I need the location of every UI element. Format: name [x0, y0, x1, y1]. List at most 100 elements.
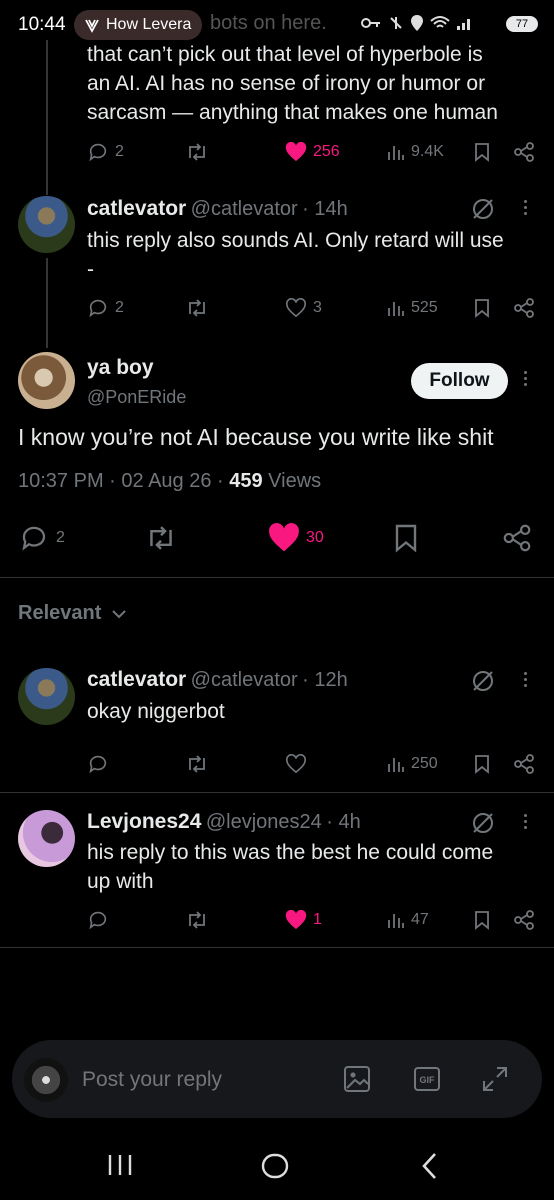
- repost-button[interactable]: [185, 297, 209, 319]
- views-button[interactable]: 47: [387, 911, 429, 929]
- share-button[interactable]: [513, 141, 535, 163]
- reply-icon: [89, 755, 107, 774]
- share-icon: [514, 910, 534, 930]
- grok-icon[interactable]: [470, 668, 496, 694]
- grok-icon[interactable]: [470, 196, 496, 222]
- reply-button[interactable]: 2: [87, 141, 124, 163]
- reply-icon: [22, 526, 46, 551]
- sort-label: Relevant: [18, 602, 102, 624]
- author-name[interactable]: catlevator: [87, 668, 186, 691]
- more-options-icon[interactable]: [522, 672, 528, 687]
- share-icon: [514, 754, 534, 774]
- reply3-actions: 1 47: [87, 908, 537, 932]
- heart-icon: [286, 754, 306, 774]
- repost-icon: [189, 299, 205, 317]
- reply-button[interactable]: 2: [18, 523, 65, 553]
- home-icon[interactable]: [260, 1151, 290, 1181]
- expand-icon[interactable]: [480, 1064, 510, 1094]
- thread-line: [46, 258, 48, 348]
- back-icon[interactable]: [418, 1151, 442, 1181]
- mute-icon: [390, 17, 402, 29]
- recent-apps-icon[interactable]: [106, 1152, 134, 1178]
- views-button[interactable]: 9.4K: [387, 143, 444, 161]
- reply-button[interactable]: 2: [87, 297, 124, 319]
- tweet-meta: 10:37 PM · 02 Aug 26 · 459 Views: [18, 470, 321, 493]
- reply2-text: okay niggerbot: [87, 700, 225, 723]
- post-time: 12h: [314, 669, 348, 691]
- reply-icon: [89, 911, 107, 930]
- prev-tweet-text: that can’t pick out that level of hyperb…: [87, 43, 498, 124]
- avatar[interactable]: [24, 1058, 68, 1102]
- follow-button[interactable]: Follow: [411, 363, 508, 399]
- avatar[interactable]: [18, 196, 75, 253]
- avatar[interactable]: [18, 810, 75, 867]
- share-button[interactable]: [513, 297, 535, 319]
- repost-button[interactable]: [185, 753, 209, 775]
- divider: [0, 947, 554, 948]
- repost-button[interactable]: [185, 909, 209, 931]
- bookmark-button[interactable]: [473, 298, 491, 318]
- thread-line: [46, 40, 48, 195]
- reply-input[interactable]: [80, 1062, 324, 1098]
- view-count: 459: [229, 470, 263, 492]
- bookmark-icon: [475, 755, 489, 774]
- repost-icon: [189, 911, 205, 929]
- heart-filled-icon: [285, 910, 307, 930]
- reply1-header: catlevator @catlevator · 14h: [87, 197, 348, 220]
- signal-icon: [457, 19, 470, 30]
- like-button[interactable]: 256: [285, 142, 340, 162]
- image-icon[interactable]: [342, 1064, 372, 1094]
- views-icon: [388, 302, 404, 316]
- author-handle[interactable]: @PonERide: [87, 387, 186, 408]
- share-button[interactable]: [513, 909, 535, 931]
- avatar[interactable]: [18, 352, 75, 409]
- views-icon: [388, 914, 404, 928]
- reply1-text: this reply also sounds AI. Only retard w…: [87, 229, 504, 281]
- heart-icon: [286, 298, 306, 318]
- more-options-icon[interactable]: [522, 200, 528, 215]
- bookmark-button[interactable]: [473, 754, 491, 774]
- chevron-down-icon: [112, 609, 127, 618]
- more-options-icon[interactable]: [522, 371, 528, 386]
- like-button[interactable]: 30: [268, 523, 324, 553]
- like-button[interactable]: 3: [285, 298, 322, 318]
- notification-ticker: bots on here.: [210, 12, 327, 34]
- sort-dropdown[interactable]: Relevant: [18, 602, 127, 625]
- key-icon: [361, 18, 380, 28]
- author-name[interactable]: catlevator: [87, 197, 186, 220]
- avatar[interactable]: [18, 668, 75, 725]
- author-handle[interactable]: @levjones24: [206, 811, 322, 833]
- post-time: 4h: [338, 811, 361, 833]
- reply2-header: catlevator @catlevator · 12h: [87, 668, 348, 691]
- repost-icon: [189, 755, 205, 773]
- more-options-icon[interactable]: [522, 814, 528, 829]
- gif-icon[interactable]: GIF: [412, 1064, 442, 1094]
- share-button[interactable]: [513, 753, 535, 775]
- bookmark-icon: [395, 524, 417, 553]
- bookmark-icon: [475, 911, 489, 930]
- author-handle[interactable]: @catlevator: [191, 669, 298, 691]
- share-icon: [514, 142, 534, 162]
- views-label: Views: [262, 470, 322, 492]
- views-button[interactable]: 250: [387, 755, 438, 773]
- grok-icon[interactable]: [470, 810, 496, 836]
- bookmark-button[interactable]: [392, 523, 420, 553]
- author-name[interactable]: ya boy: [87, 356, 154, 380]
- prev-tweet-actions: 2 256 9.4K: [87, 140, 537, 164]
- reply-icon: [89, 299, 107, 318]
- views-button[interactable]: 525: [387, 299, 438, 317]
- share-button[interactable]: [502, 523, 532, 553]
- bookmark-button[interactable]: [473, 142, 491, 162]
- like-button[interactable]: [285, 754, 307, 774]
- system-nav-bar: [0, 1130, 554, 1200]
- system-icons: [360, 14, 472, 32]
- repost-button[interactable]: [185, 141, 209, 163]
- reply-button[interactable]: [87, 909, 109, 931]
- app-notification-pill[interactable]: How Levera: [74, 10, 202, 40]
- author-handle[interactable]: @catlevator: [191, 198, 298, 220]
- repost-button[interactable]: [144, 523, 178, 553]
- author-name[interactable]: Levjones24: [87, 810, 201, 833]
- like-button[interactable]: 1: [285, 910, 322, 930]
- bookmark-button[interactable]: [473, 910, 491, 930]
- reply-button[interactable]: [87, 753, 109, 775]
